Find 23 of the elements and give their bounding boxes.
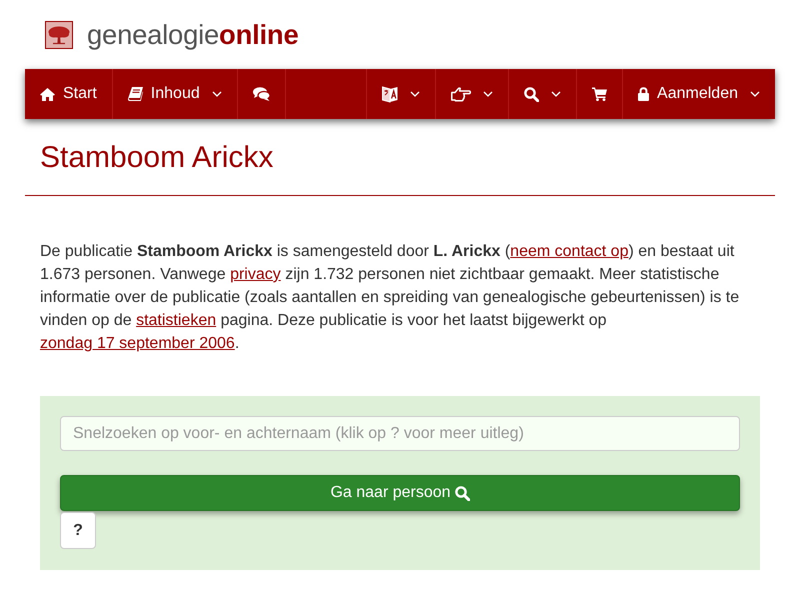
text-link[interactable]: zondag 17 september 2006	[40, 335, 235, 352]
page-title: Stamboom Arickx	[40, 141, 274, 174]
search-icon	[454, 486, 470, 500]
text-link[interactable]: neem contact op	[510, 243, 628, 260]
home-icon	[40, 88, 55, 100]
help-button[interactable]: ?	[60, 512, 96, 549]
pointing-hand-icon	[451, 86, 472, 102]
translate-icon	[382, 86, 398, 102]
search-field[interactable]: Snelzoeken op voor- en achternaam (klik op ? voor meer uitleg)	[60, 416, 740, 451]
book-icon	[128, 87, 143, 101]
text-link[interactable]: privacy	[230, 266, 281, 283]
search-icon	[524, 86, 540, 102]
text-link[interactable]: statistieken	[136, 312, 216, 329]
nav-link[interactable]: Start	[25, 69, 113, 119]
go-to-person-button[interactable]: Ga naar persoon	[60, 475, 740, 511]
lock-icon	[638, 87, 650, 101]
nav-link[interactable]: Inhoud	[112, 69, 238, 119]
tree-logo-icon	[45, 20, 73, 48]
chat-icon	[252, 87, 270, 101]
cart-icon	[592, 87, 608, 101]
site-logo-text[interactable]: genealogieonline	[87, 20, 298, 48]
intro-paragraph: De publicatie Stamboom Arickx is samengesteld door L. Arickx (neem contact op) en bestaat uit 1.673 personen. Vanwege privacy zijn 1.732 personen niet zichtbaar gemaakt. Meer statistische informatie over de publicatie (zoals aantallen en spreiding van genealogische gebeurtenissen) is te vinden op de statistieken pagina. Deze publicatie is voor het laatst bijgewerkt op zondag 17 september 2006.	[39, 242, 740, 354]
nav-link[interactable]: Aanmelden	[622, 69, 775, 119]
